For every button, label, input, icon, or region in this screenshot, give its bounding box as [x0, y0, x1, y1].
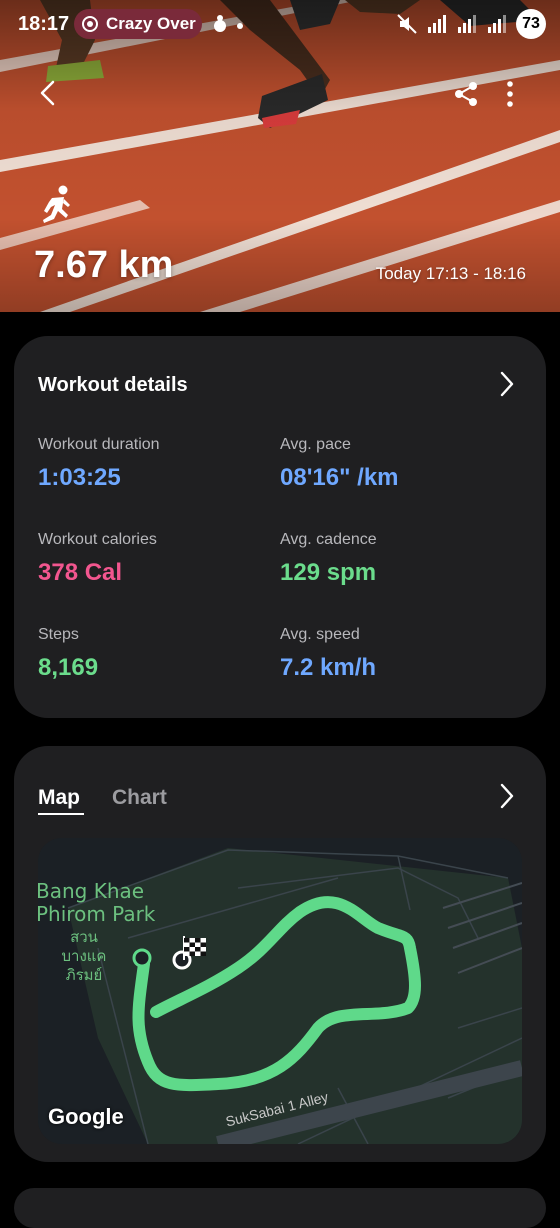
workout-time-range: Today 17:13 - 18:16 — [375, 264, 526, 283]
park-name-thai-line: สวนบางแค — [61, 929, 107, 965]
tab-chart[interactable]: Chart — [112, 786, 167, 810]
status-bar: 18:17 Crazy Over 73 — [0, 0, 560, 48]
metric-workout-duration: Workout duration 1:03:25 — [38, 436, 160, 492]
metric-value-row: 378 Cal — [38, 559, 157, 587]
signal-2-icon — [488, 15, 506, 33]
metric-label: Steps — [38, 626, 79, 643]
running-person-icon — [43, 185, 70, 223]
metric-value: 129 — [280, 559, 321, 586]
start-point-marker — [132, 948, 152, 968]
status-time: 18:17 — [18, 13, 70, 35]
metric-value-row: 7.2 km/h — [280, 654, 376, 682]
metric-label: Workout calories — [38, 531, 157, 548]
battery-indicator: 73 — [516, 9, 546, 39]
metric-value: 8,169 — [38, 654, 99, 681]
media-playing-pill[interactable]: Crazy Over — [74, 9, 202, 39]
metric-value: 1:03:25 — [38, 464, 121, 491]
metric-label: Avg. pace — [280, 436, 351, 453]
tab-map-indicator — [38, 813, 84, 815]
workout-details-title: Workout details — [38, 374, 188, 396]
metric-workout-calories: Workout calories 378 Cal — [38, 531, 157, 587]
more-options-icon[interactable] — [498, 80, 522, 108]
metric-unit: spm — [326, 559, 377, 586]
notification-app-icon — [214, 15, 243, 32]
metric-label: Workout duration — [38, 436, 160, 453]
metric-unit: Cal — [84, 559, 123, 586]
notification-icons — [212, 14, 252, 39]
metric-label: Avg. speed — [280, 626, 360, 643]
share-icon[interactable] — [452, 80, 480, 108]
workout-details-card[interactable]: Workout details Workout duration 1:03:25… — [14, 336, 546, 718]
metric-value: 08'16" /km — [280, 464, 399, 491]
hero-banner: 18:17 Crazy Over 73 7.67 km Today 17:13 … — [0, 0, 560, 312]
media-title: Crazy Over — [106, 14, 196, 33]
metric-value: 7.2 — [280, 654, 314, 681]
workout-distance: 7.67 km — [34, 244, 174, 286]
park-name-line: Bang Khae — [38, 879, 145, 903]
google-attribution: Google — [48, 1104, 124, 1129]
route-map[interactable]: Bang Khae Phirom Park สวนบางแค ภิรมย์ Su… — [38, 838, 522, 1144]
metric-value-row: 129 spm — [280, 559, 377, 587]
park-name-line: Phirom Park — [38, 902, 156, 926]
next-card-edge — [14, 1188, 546, 1228]
status-icons: 73 — [396, 9, 546, 39]
metric-avg-cadence: Avg. cadence 129 spm — [280, 531, 377, 587]
signal-icon — [428, 15, 446, 33]
park-name-thai-label: สวนบางแค ภิรมย์ — [52, 928, 116, 985]
mute-icon — [397, 14, 417, 34]
back-arrow-icon[interactable] — [34, 78, 64, 108]
metric-steps: Steps 8,169 — [38, 626, 98, 682]
metric-label: Avg. cadence — [280, 531, 377, 548]
park-name-thai-line: ภิรมย์ — [65, 967, 103, 984]
metric-unit: km/h — [320, 654, 377, 681]
media-disc-icon — [82, 16, 98, 32]
park-name-label: Bang Khae Phirom Park — [38, 880, 155, 926]
chevron-right-icon[interactable] — [498, 782, 516, 810]
tab-map[interactable]: Map — [38, 786, 80, 810]
map-chart-card: Map Chart Bang Khae Phirom Park สวนบางแค… — [14, 746, 546, 1162]
metric-avg-speed: Avg. speed 7.2 km/h — [280, 626, 376, 682]
signal-5g-icon — [458, 15, 476, 33]
metric-value: 378 — [38, 559, 79, 586]
chevron-right-icon[interactable] — [498, 370, 516, 398]
metric-avg-pace: Avg. pace 08'16" /km — [280, 436, 399, 492]
